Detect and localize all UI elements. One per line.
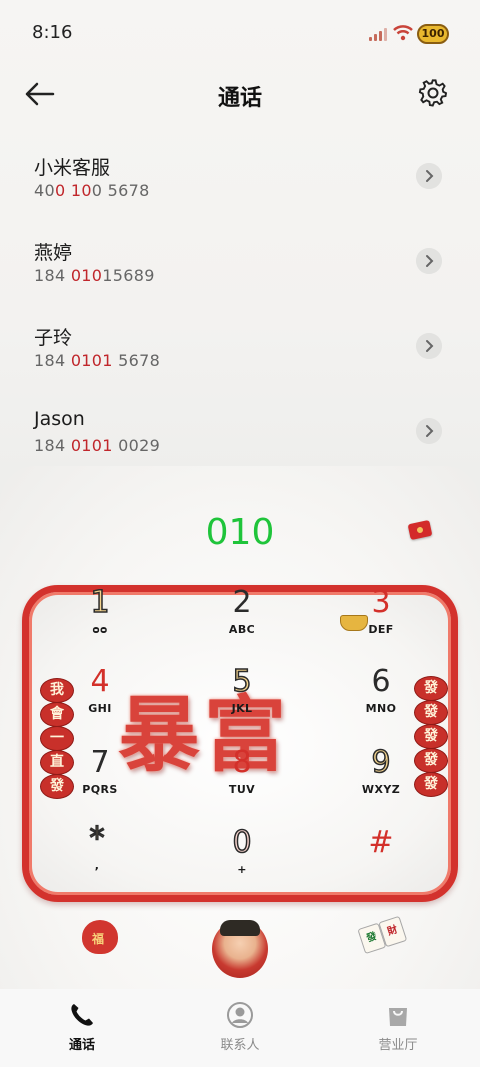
chevron-right-icon[interactable]: [416, 163, 442, 189]
dialed-number[interactable]: 010: [0, 512, 480, 553]
dial-key-star[interactable]: * ,: [57, 821, 137, 894]
dial-key-9[interactable]: 9 WXYZ: [341, 745, 421, 818]
contact-name: 子玲: [34, 327, 73, 349]
lucky-bag-icon[interactable]: 福: [82, 920, 118, 954]
phone-icon: [71, 1004, 93, 1026]
list-item[interactable]: 燕婷 184 01015689: [0, 225, 480, 310]
contact-name: 小米客服: [34, 157, 111, 179]
contact-number: 184 0101 0029: [34, 436, 161, 455]
status-time: 8:16: [32, 22, 73, 43]
wifi-icon: [393, 25, 413, 41]
contact-number: 400 100 5678: [34, 181, 150, 200]
settings-gear-icon[interactable]: [418, 78, 448, 108]
chevron-right-icon[interactable]: [416, 248, 442, 274]
tab-calls[interactable]: 通话: [32, 1001, 132, 1053]
dial-key-0[interactable]: 0 +: [202, 825, 282, 898]
status-bar: 8:16 100: [0, 0, 480, 66]
person-icon: [227, 1002, 253, 1028]
list-item[interactable]: 子玲 184 0101 5678: [0, 310, 480, 395]
signal-icon: [369, 27, 387, 41]
suggestion-list: 小米客服 400 100 5678 燕婷 184 01015689 子玲 184…: [0, 140, 480, 480]
contact-number: 184 0101 5678: [34, 351, 161, 370]
tab-contacts[interactable]: 联系人: [190, 1001, 290, 1053]
battery-icon: 100: [417, 24, 449, 44]
dial-key-7[interactable]: 7 PQRS: [60, 746, 140, 818]
dial-key-3[interactable]: 3 DEF: [341, 586, 421, 658]
chevron-right-icon[interactable]: [416, 418, 442, 444]
dial-key-5[interactable]: 5 JKL: [202, 664, 282, 737]
bottom-nav: 通话 联系人 营业厅: [0, 989, 480, 1067]
list-item[interactable]: 小米客服 400 100 5678: [0, 140, 480, 225]
dial-key-6[interactable]: 6 MNO: [341, 665, 421, 737]
dial-key-4[interactable]: 4 GHI: [60, 665, 140, 737]
tab-service-hall[interactable]: 营业厅: [348, 1001, 448, 1053]
dial-key-2[interactable]: 2 ABC: [202, 586, 282, 658]
contact-number: 184 01015689: [34, 266, 155, 285]
call-button[interactable]: [212, 920, 268, 978]
shopping-bag-icon: [389, 1008, 407, 1026]
dial-key-8[interactable]: 8 TUV: [202, 746, 282, 818]
contact-name: 燕婷: [34, 242, 73, 264]
voicemail-icon: ᴑᴑ: [92, 623, 108, 636]
dial-key-hash[interactable]: #: [341, 826, 421, 898]
page-title: 通话: [217, 86, 262, 111]
chevron-right-icon[interactable]: [416, 333, 442, 359]
dial-key-1[interactable]: 1 ᴑᴑ: [60, 585, 140, 658]
contact-name: Jason: [34, 408, 85, 430]
